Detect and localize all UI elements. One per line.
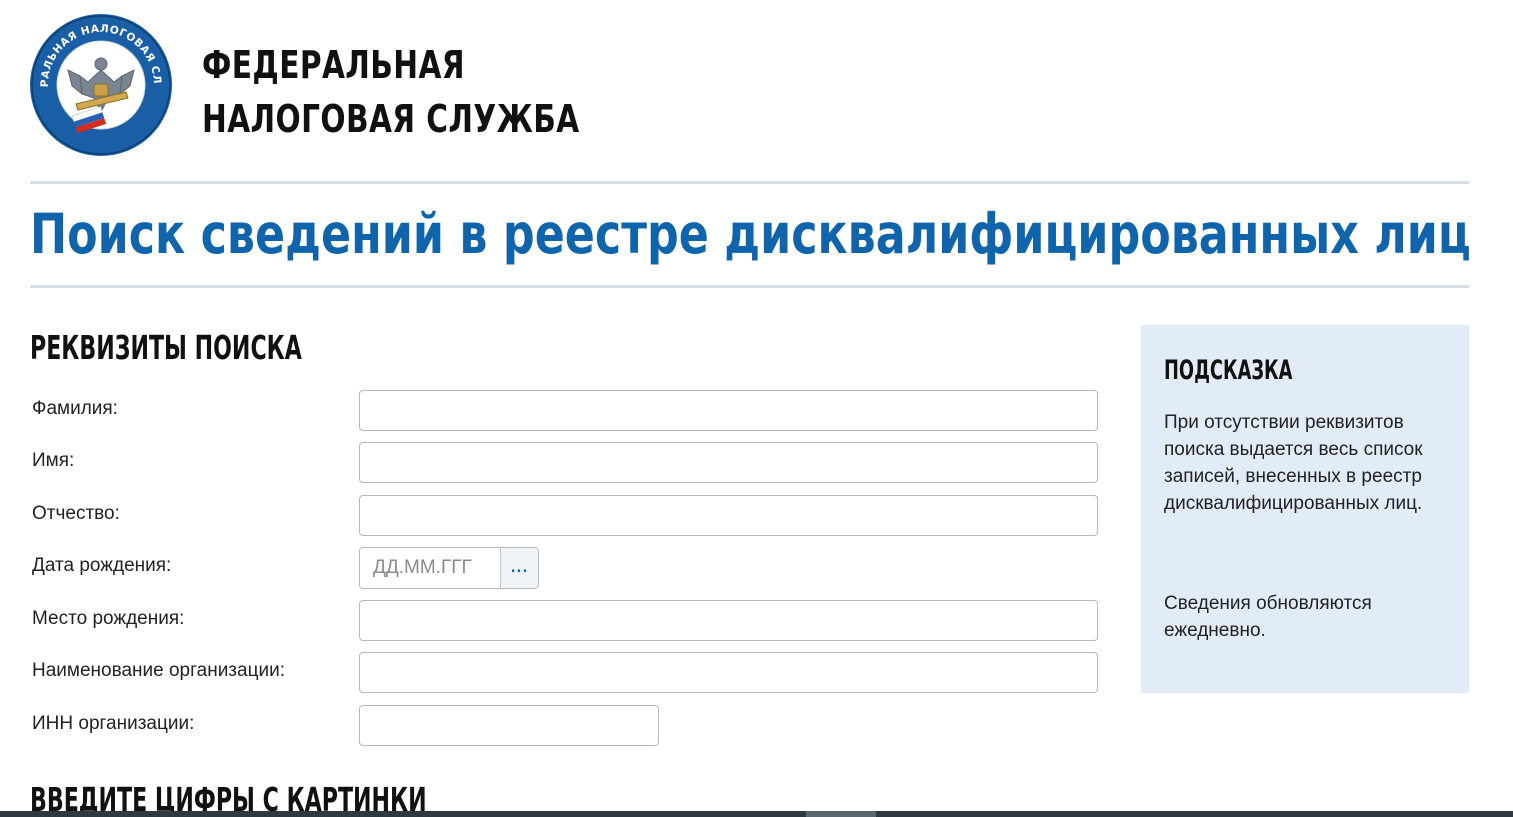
organization-name-line1: ФЕДЕРАЛЬНАЯ [202,43,466,87]
hint-panel: ПОДСКАЗКА При отсутствии реквизитов поис… [1141,325,1469,693]
birth-place-label: Место рождения: [32,608,185,629]
name-label: Имя: [32,450,75,471]
page-title: Поиск сведений в реестре дисквалифициров… [30,202,1471,266]
organization-name: ФЕДЕРАЛЬНАЯ НАЛОГОВАЯ СЛУЖБА [202,38,580,146]
organization-name-input[interactable] [359,652,1098,693]
organization-name-label: Наименование организации: [32,660,285,681]
name-input[interactable] [359,442,1098,483]
birth-date-field: ... [359,547,539,589]
patronymic-label: Отчество: [32,503,120,524]
hint-title: ПОДСКАЗКА [1164,355,1293,386]
hint-paragraph-1: При отсутствии реквизитов поиска выдаетс… [1164,412,1423,514]
organization-inn-label: ИНН организации: [32,713,195,734]
horizontal-scrollbar[interactable] [0,811,1513,817]
page: ФЕДЕРАЛЬНАЯ НАЛОГОВАЯ СЛУЖБА ФЕДЕРАЛЬНАЯ… [0,0,1513,817]
birth-place-input[interactable] [359,600,1098,641]
header-divider [30,181,1469,184]
birth-date-input[interactable] [360,548,500,588]
surname-label: Фамилия: [32,398,118,419]
fns-emblem-logo[interactable]: ФЕДЕРАЛЬНАЯ НАЛОГОВАЯ СЛУЖБА [28,12,174,158]
organization-inn-input[interactable] [359,705,659,746]
title-divider [30,285,1469,288]
search-requisites-title: РЕКВИЗИТЫ ПОИСКА [30,328,302,367]
horizontal-scrollbar-thumb[interactable] [806,811,876,817]
birth-date-label: Дата рождения: [32,555,172,576]
hint-paragraph-2: Сведения обновляются ежедневно. [1164,593,1372,641]
organization-name-line2: НАЛОГОВАЯ СЛУЖБА [202,97,580,141]
surname-input[interactable] [359,390,1098,431]
date-picker-button[interactable]: ... [500,548,538,588]
patronymic-input[interactable] [359,495,1098,536]
